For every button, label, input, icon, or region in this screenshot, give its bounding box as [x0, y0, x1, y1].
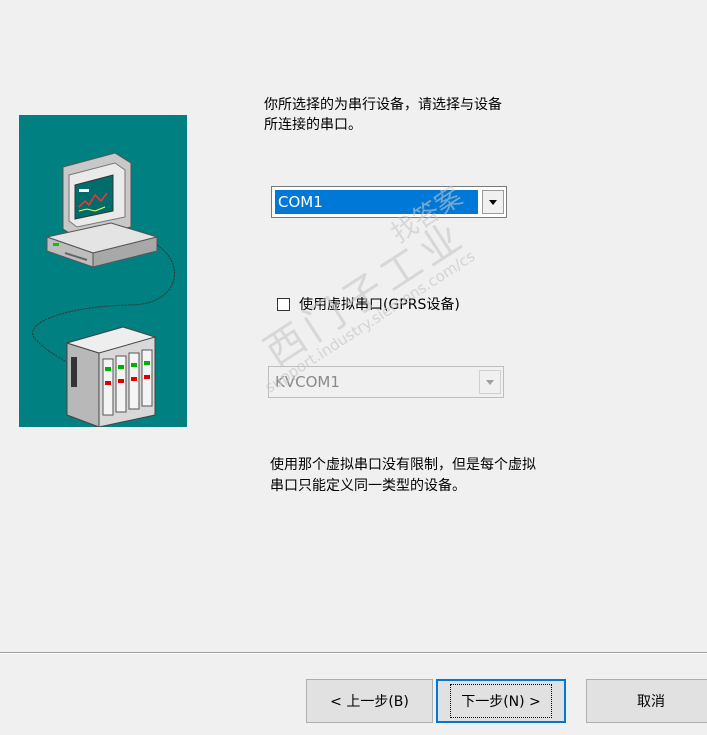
note-line: 串口只能定义同一类型的设备。 [270, 478, 466, 494]
watermark-text: 西门子工业 [256, 211, 475, 376]
instruction-line: 所连接的串口。 [264, 117, 362, 133]
back-button[interactable]: < 上一步(B) [306, 679, 433, 723]
computer-device-icon [32, 152, 175, 427]
virtual-port-checkbox-label: 使用虚拟串口(GPRS设备) [299, 297, 460, 313]
cancel-button[interactable]: 取消 [586, 679, 707, 723]
chevron-down-icon [486, 379, 494, 385]
next-button[interactable]: 下一步(N) > [436, 679, 566, 723]
serial-port-select[interactable]: COM1 [271, 186, 507, 218]
dropdown-arrow-button [479, 370, 501, 394]
instruction-text: 你所选择的为串行设备，请选择与设备 所连接的串口。 [264, 95, 594, 135]
wizard-illustration [19, 115, 187, 427]
chevron-down-icon [489, 199, 497, 205]
dropdown-arrow-button[interactable] [482, 190, 504, 214]
virtual-port-checkbox[interactable] [277, 297, 290, 311]
serial-port-value: COM1 [275, 190, 478, 214]
footer-divider [0, 652, 707, 654]
cancel-button-label: 取消 [637, 694, 665, 710]
note-text: 使用那个虚拟串口没有限制，但是每个虚拟 串口只能定义同一类型的设备。 [270, 455, 630, 497]
virtual-port-select: KVCOM1 [268, 366, 504, 398]
virtual-port-checkbox-row[interactable]: 使用虚拟串口(GPRS设备) [277, 294, 460, 314]
note-line: 使用那个虚拟串口没有限制，但是每个虚拟 [270, 457, 536, 473]
instruction-line: 你所选择的为串行设备，请选择与设备 [264, 97, 502, 113]
virtual-port-value: KVCOM1 [275, 373, 340, 391]
next-button-label: 下一步(N) > [450, 684, 552, 718]
back-button-label: < 上一步(B) [330, 694, 409, 710]
